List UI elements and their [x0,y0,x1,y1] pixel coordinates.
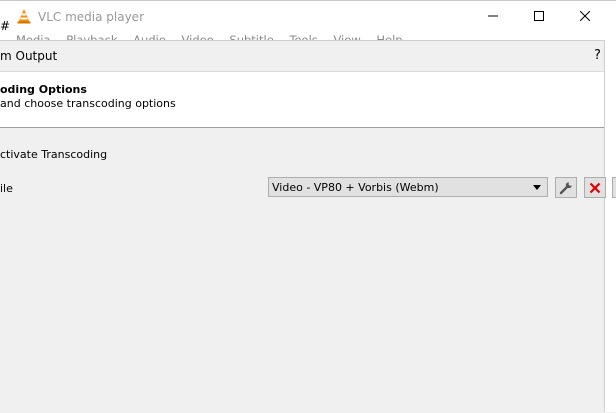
maximize-icon [534,11,544,21]
background-window-edge [604,40,616,412]
help-button[interactable]: ? [594,48,601,63]
stream-output-dialog: m Output ? oding Options and choose tran… [0,40,616,413]
vlc-titlebar: VLC media player [0,1,616,31]
header-separator [0,127,604,128]
edit-profile-button[interactable] [555,177,577,198]
delete-profile-button[interactable] [584,177,606,198]
profile-dropdown[interactable]: Video - VP80 + Vorbis (Webm) [268,177,548,197]
vlc-main-window: VLC media player # Media Playback Audio … [0,0,616,45]
wizard-header: oding Options and choose transcoding opt… [0,72,604,128]
minimize-button[interactable] [470,1,516,31]
delete-x-icon [589,182,601,193]
vlc-window-title: VLC media player [38,10,145,24]
activate-transcoding-checkbox[interactable]: ctivate Transcoding [0,148,107,161]
section-title: oding Options [0,83,87,96]
maximize-button[interactable] [516,1,562,31]
side-fragment: # [0,19,11,33]
profile-label: ile [0,182,13,195]
close-icon [580,11,590,21]
minimize-icon [488,15,498,17]
chevron-down-icon [533,185,541,190]
vlc-cone-icon [17,9,31,24]
dialog-title: m Output [0,49,58,63]
new-profile-button[interactable] [612,177,616,198]
section-subtitle: and choose transcoding options [0,97,176,110]
dialog-titlebar: m Output ? [0,41,604,72]
profile-selected-value: Video - VP80 + Vorbis (Webm) [272,180,439,194]
close-button[interactable] [562,1,608,31]
wrench-icon [559,181,572,194]
